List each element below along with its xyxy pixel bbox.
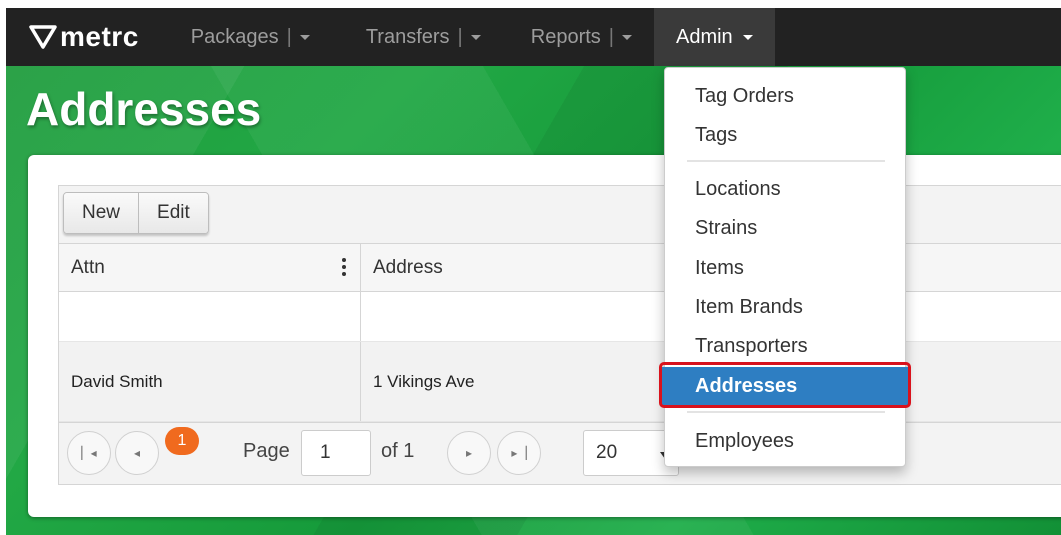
- content-panel: New Edit Attn Address David Smith 1 Viki…: [28, 155, 1061, 517]
- chevron-down-icon: [742, 34, 753, 40]
- first-page-icon[interactable]: ▏◂: [67, 431, 111, 475]
- menu-item-item-brands[interactable]: Item Brands: [665, 288, 905, 326]
- edit-button[interactable]: Edit: [139, 193, 208, 233]
- chevron-down-icon[interactable]: [299, 34, 310, 40]
- column-header-attn[interactable]: Attn: [59, 244, 361, 291]
- nav-separator: |: [457, 25, 463, 48]
- metrc-logo[interactable]: metrc: [28, 21, 139, 53]
- table-cell-attn[interactable]: [59, 292, 361, 341]
- filter-row: [59, 292, 1061, 342]
- page-size-value: 20: [596, 442, 618, 463]
- column-header-label: Attn: [71, 256, 105, 278]
- menu-item-locations[interactable]: Locations: [665, 170, 905, 208]
- column-header-label: Address: [373, 256, 443, 278]
- brand-name: metrc: [60, 21, 139, 52]
- nav-reports[interactable]: Reports |: [517, 8, 646, 66]
- grid-toolbar: New Edit: [59, 186, 1061, 244]
- page-title: Addresses: [26, 83, 262, 135]
- top-navbar: metrc Packages | Transfers | Reports | A…: [6, 8, 1061, 66]
- new-button[interactable]: New: [64, 193, 140, 233]
- current-page-badge[interactable]: 1: [165, 427, 199, 455]
- grid-pager: ▏◂ ◂ 1 Page of 1 ▸ ▸▕ 20: [59, 422, 1061, 484]
- nav-transfers[interactable]: Transfers |: [352, 8, 495, 66]
- chevron-down-icon[interactable]: [470, 34, 481, 40]
- addresses-grid: New Edit Attn Address David Smith 1 Viki…: [58, 185, 1061, 485]
- nav-transfers-label: Transfers: [365, 25, 450, 48]
- menu-item-tag-orders[interactable]: Tag Orders: [665, 77, 905, 115]
- menu-item-items[interactable]: Items: [665, 249, 905, 287]
- menu-item-strains[interactable]: Strains: [665, 209, 905, 247]
- menu-divider: [687, 411, 885, 413]
- selection-highlight-box: [659, 362, 911, 408]
- table-cell-attn: David Smith: [59, 342, 361, 421]
- page-label: Page: [243, 440, 290, 462]
- nav-admin[interactable]: Admin: [653, 8, 775, 66]
- previous-page-icon[interactable]: ◂: [115, 431, 159, 475]
- nav-admin-label: Admin: [675, 25, 733, 48]
- grid-header: Attn Address: [59, 244, 1061, 292]
- next-page-icon[interactable]: ▸: [447, 431, 491, 475]
- menu-item-tags[interactable]: Tags: [665, 116, 905, 154]
- toolbar-button-group: New Edit: [63, 192, 209, 234]
- page-number-input[interactable]: [301, 430, 371, 476]
- nav-packages-label: Packages: [190, 25, 279, 48]
- nav-packages[interactable]: Packages |: [177, 8, 324, 66]
- column-menu-icon[interactable]: [342, 258, 346, 276]
- metrc-shield-icon: [29, 25, 57, 49]
- nav-separator: |: [608, 25, 614, 48]
- last-page-icon[interactable]: ▸▕: [497, 431, 541, 475]
- menu-item-employees[interactable]: Employees: [665, 422, 905, 460]
- menu-item-transporters[interactable]: Transporters: [665, 327, 905, 365]
- nav-separator: |: [286, 25, 292, 48]
- chevron-down-icon[interactable]: [621, 34, 632, 40]
- nav-reports-label: Reports: [530, 25, 601, 48]
- menu-divider: [687, 160, 885, 162]
- page-count-label: of 1: [381, 440, 415, 462]
